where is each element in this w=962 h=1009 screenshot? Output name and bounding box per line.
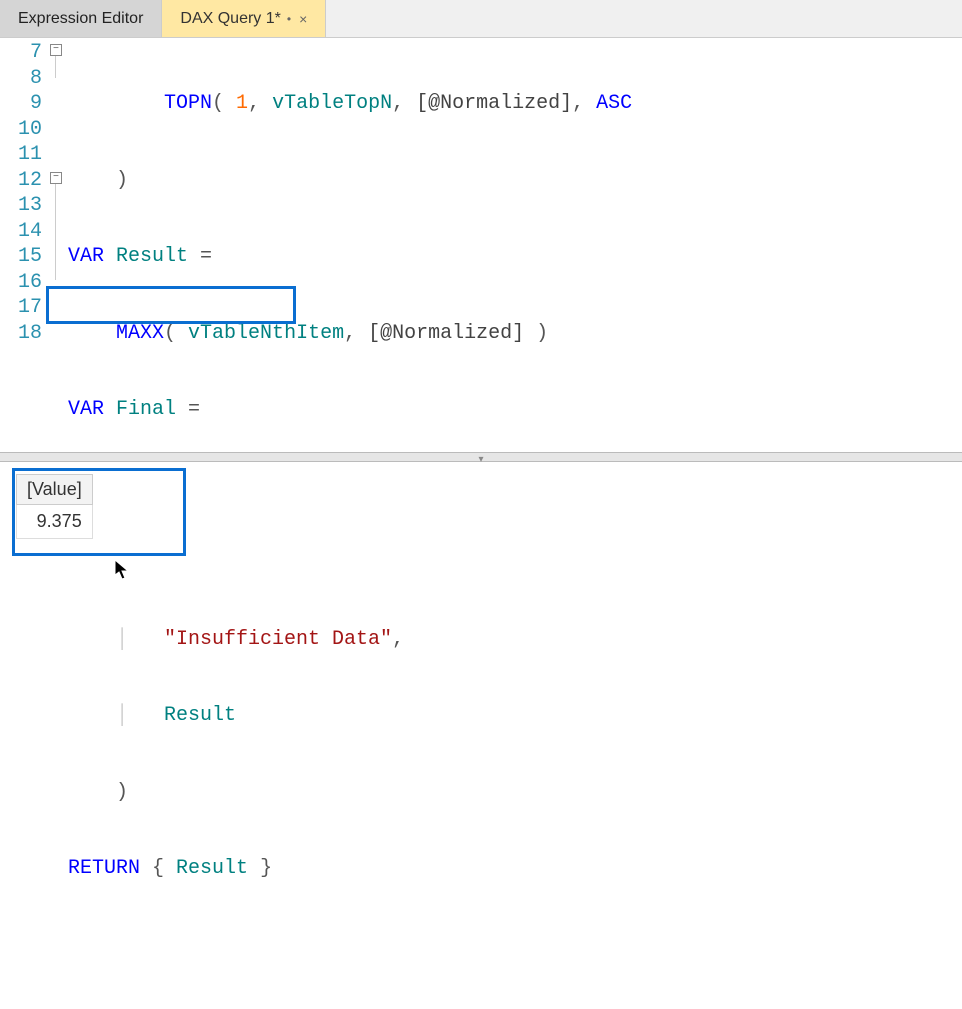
line-number-gutter: 7 8 9 10 11 12 13 14 15 16 17 18: [0, 38, 48, 452]
tab-bar: Expression Editor DAX Query 1* • ×: [0, 0, 962, 38]
tab-label: DAX Query 1*: [180, 10, 280, 28]
splitter[interactable]: ▾: [0, 452, 962, 462]
code-editor[interactable]: 7 8 9 10 11 12 13 14 15 16 17 18 − − TOP…: [0, 38, 962, 452]
line-number: 17: [0, 295, 42, 321]
line-number: 11: [0, 142, 42, 168]
code-line: MAXX( vTableNthItem, [@Normalized] ): [66, 321, 962, 347]
line-number: 7: [0, 40, 42, 66]
code-line: [66, 933, 962, 959]
fold-guide: [55, 184, 56, 280]
fold-gutter: − −: [48, 38, 66, 452]
modified-indicator: •: [287, 12, 291, 26]
line-number: 18: [0, 321, 42, 347]
close-icon[interactable]: ×: [299, 11, 307, 27]
line-number: 9: [0, 91, 42, 117]
fold-toggle[interactable]: −: [50, 44, 62, 56]
tab-label: Expression Editor: [18, 10, 143, 28]
results-panel: [Value] 9.375: [0, 462, 962, 598]
code-line: ): [66, 168, 962, 194]
line-number: 10: [0, 117, 42, 143]
code-line: VAR Result =: [66, 244, 962, 270]
code-line: RETURN { Result }: [66, 856, 962, 882]
line-number: 13: [0, 193, 42, 219]
code-line: ): [66, 780, 962, 806]
code-line: VAR Final =: [66, 397, 962, 423]
cursor-icon: [114, 559, 132, 588]
code-line: │ "Insufficient Data",: [66, 627, 962, 653]
line-number: 8: [0, 66, 42, 92]
tab-dax-query-1[interactable]: DAX Query 1* • ×: [162, 0, 326, 37]
line-number: 14: [0, 219, 42, 245]
line-number: 15: [0, 244, 42, 270]
results-table: [Value] 9.375: [16, 474, 93, 539]
fold-guide: [55, 56, 56, 78]
code-line: │ Result: [66, 703, 962, 729]
result-column-header[interactable]: [Value]: [17, 475, 93, 505]
fold-toggle[interactable]: −: [50, 172, 62, 184]
code-content[interactable]: TOPN( 1, vTableTopN, [@Normalized], ASC …: [66, 38, 962, 452]
line-number: 12: [0, 168, 42, 194]
line-number: 16: [0, 270, 42, 296]
result-cell[interactable]: 9.375: [17, 505, 93, 539]
tab-expression-editor[interactable]: Expression Editor: [0, 0, 162, 37]
code-line: TOPN( 1, vTableTopN, [@Normalized], ASC: [66, 91, 962, 117]
